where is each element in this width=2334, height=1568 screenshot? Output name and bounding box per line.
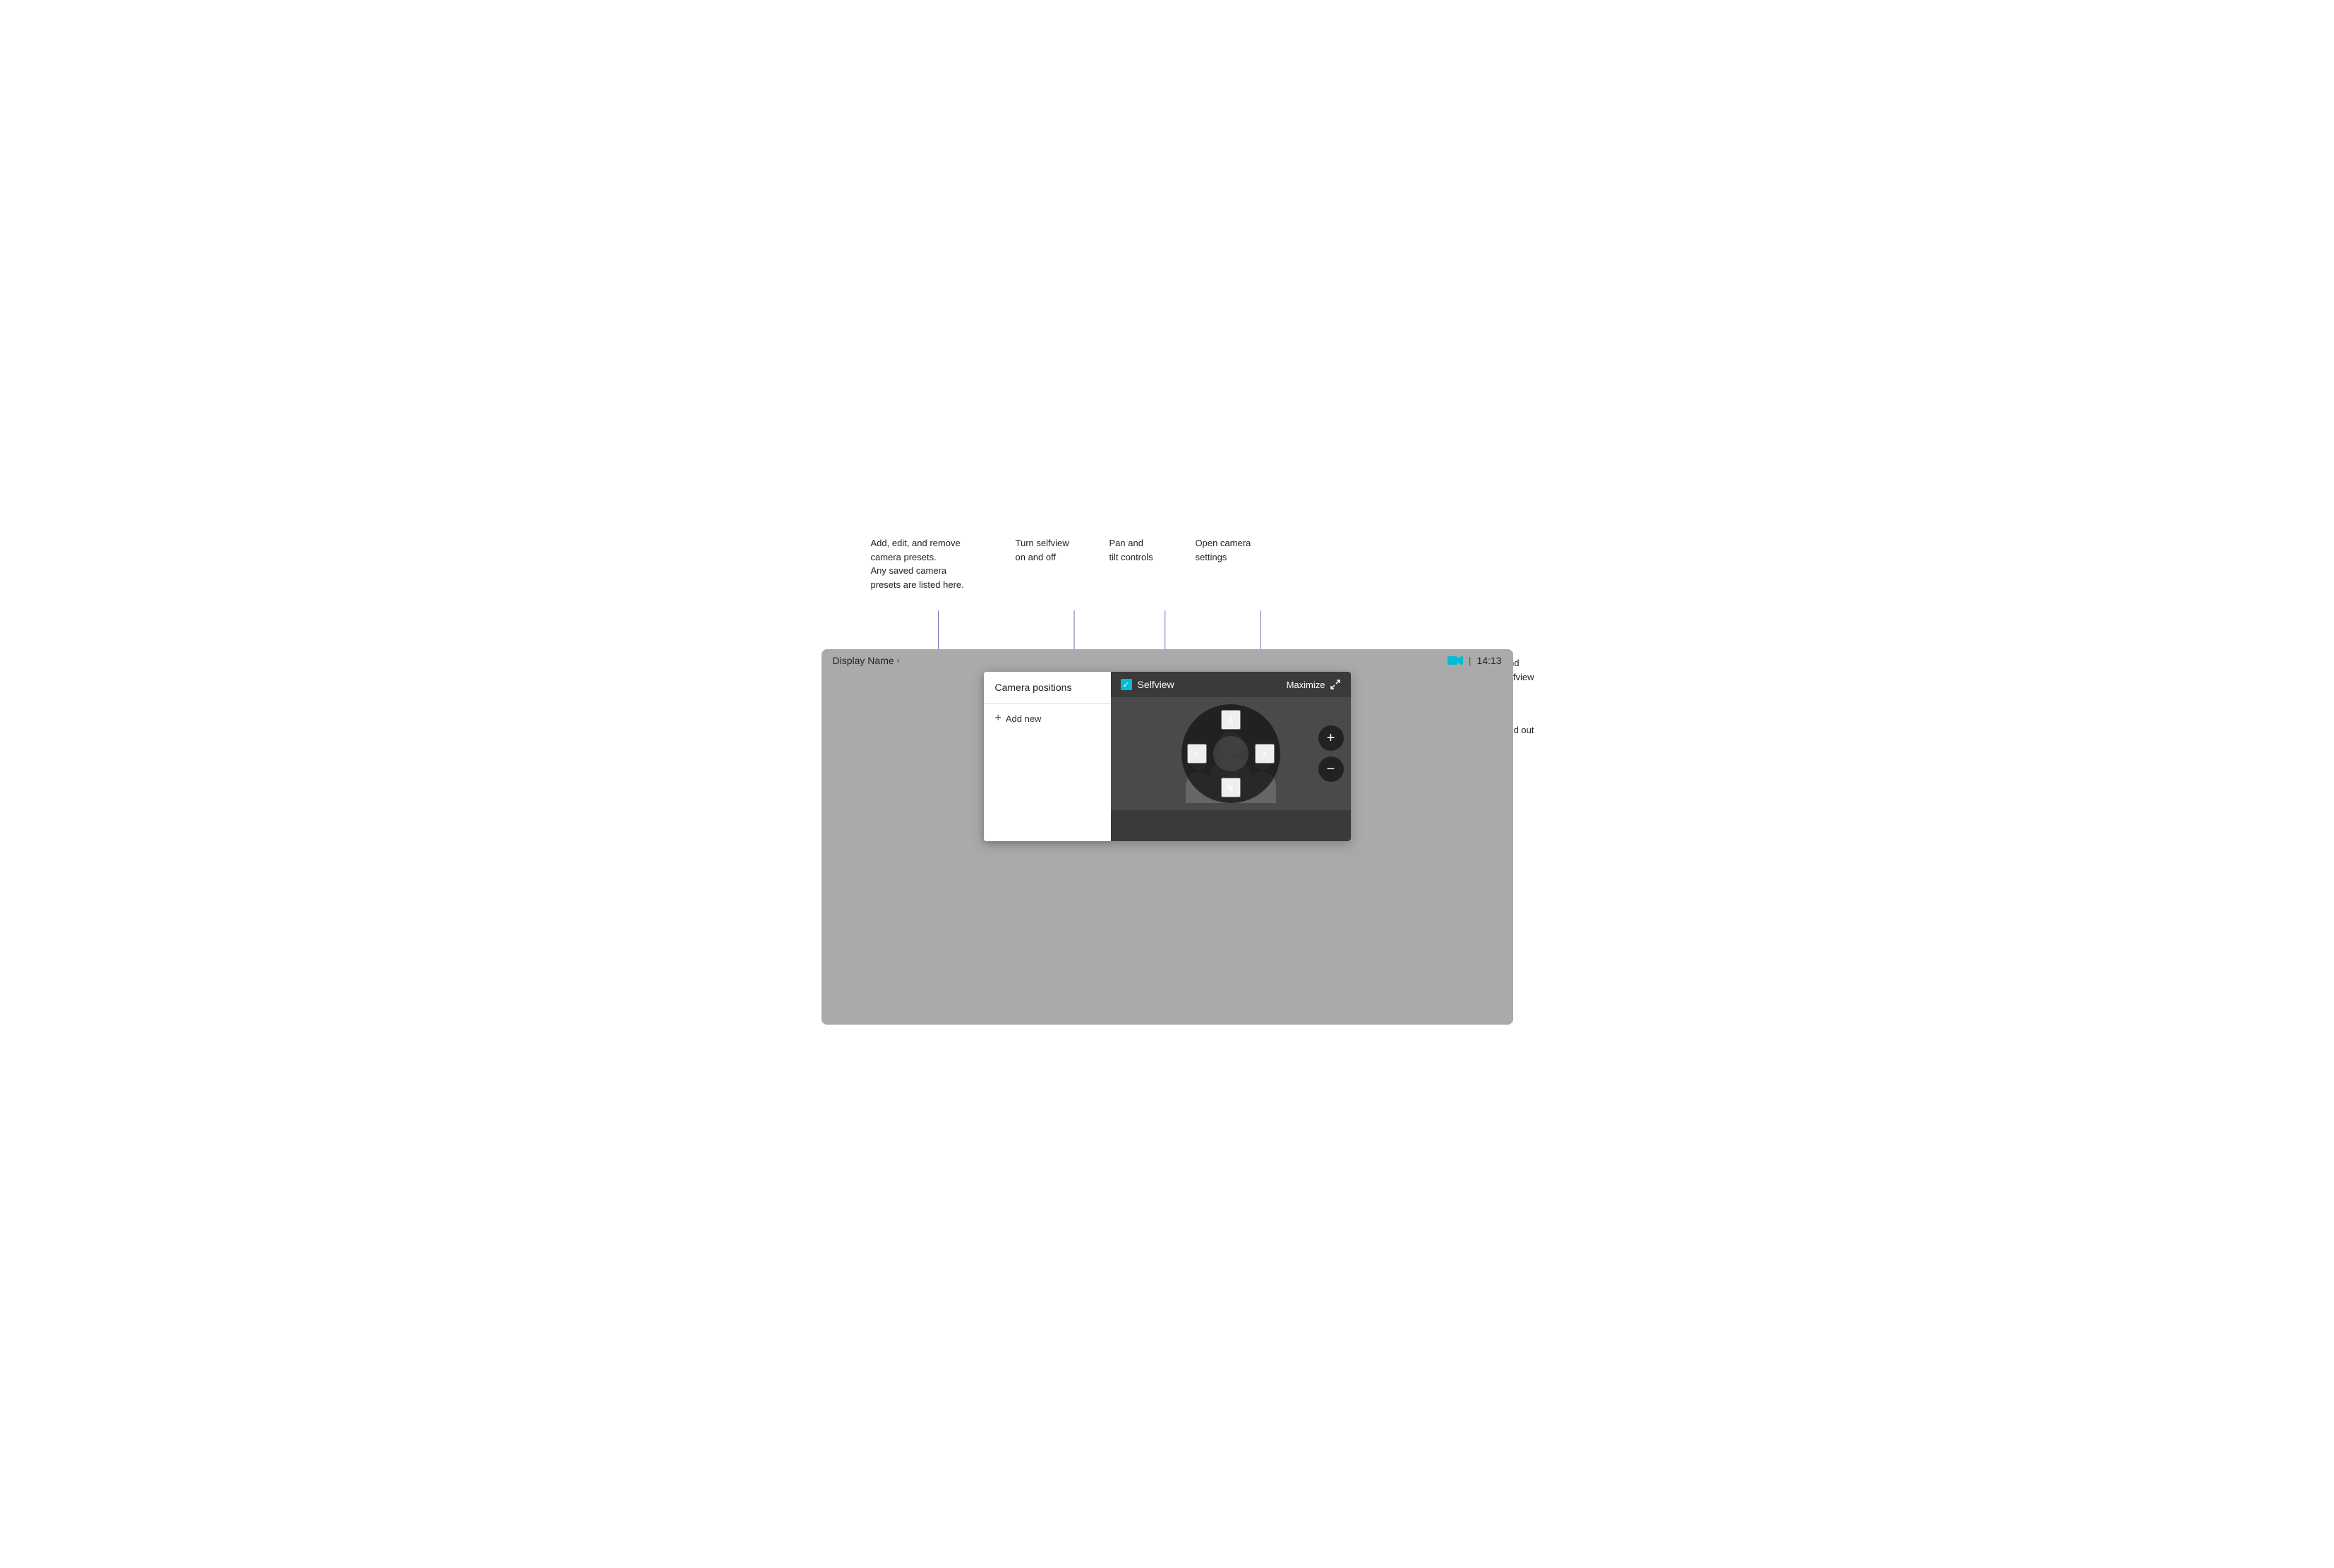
pan-up-button[interactable]: ∧	[1221, 710, 1241, 730]
maximize-button[interactable]: Maximize	[1287, 679, 1341, 690]
top-bar-icons	[1448, 655, 1463, 666]
annotation-pan-tilt: Pan and tilt controls	[1109, 536, 1153, 564]
overlay-area: Camera positions + Add new Selfview	[822, 672, 1513, 883]
selfview-label: Selfview	[1138, 679, 1174, 690]
zoom-in-button[interactable]: +	[1318, 725, 1344, 751]
panel-header: Camera positions	[984, 672, 1111, 704]
add-icon: +	[995, 712, 1001, 725]
camera-icon[interactable]	[1448, 655, 1463, 666]
zoom-out-icon: −	[1327, 761, 1335, 778]
top-bar-right: | 14:13	[1448, 655, 1502, 666]
maximize-label: Maximize	[1287, 680, 1325, 690]
display-name[interactable]: Display Name ›	[833, 655, 900, 666]
selfview-header: Selfview Maximize	[1111, 672, 1351, 697]
zoom-controls: + −	[1318, 725, 1344, 782]
camera-view-panel: Selfview Maximize	[1111, 672, 1351, 841]
device-background	[822, 883, 1513, 1025]
display-name-text: Display Name	[833, 655, 894, 666]
add-new-label: Add new	[1006, 713, 1042, 724]
top-bar: Display Name › | 14:13	[822, 649, 1513, 672]
pan-left-button[interactable]: ‹	[1187, 744, 1207, 764]
camera-positions-panel: Camera positions + Add new	[984, 672, 1111, 841]
annotation-open-camera-settings: Open camera settings	[1196, 536, 1251, 564]
pan-tilt-circle: ∧ ∨ ‹ ›	[1181, 704, 1280, 803]
device-frame: Display Name › | 14:13 Cam	[822, 649, 1513, 1025]
add-new-button[interactable]: + Add new	[984, 704, 1111, 733]
pan-down-button[interactable]: ∨	[1221, 778, 1241, 797]
maximize-icon	[1330, 679, 1341, 690]
camera-preview: ∧ ∨ ‹ ›	[1111, 697, 1351, 810]
annotation-camera-presets: Add, edit, and remove camera presets. An…	[871, 536, 964, 591]
zoom-out-button[interactable]: −	[1318, 756, 1344, 782]
divider: |	[1469, 655, 1472, 666]
zoom-in-icon: +	[1327, 730, 1335, 747]
pan-tilt-center	[1213, 736, 1249, 771]
time-display: 14:13	[1476, 655, 1501, 666]
pan-tilt-overlay: ∧ ∨ ‹ ›	[1181, 704, 1280, 803]
pan-right-button[interactable]: ›	[1255, 744, 1275, 764]
display-name-chevron: ›	[897, 656, 900, 665]
annotation-selfview-toggle: Turn selfview on and off	[1016, 536, 1069, 564]
selfview-left: Selfview	[1121, 679, 1174, 690]
selfview-checkbox[interactable]	[1121, 679, 1132, 690]
